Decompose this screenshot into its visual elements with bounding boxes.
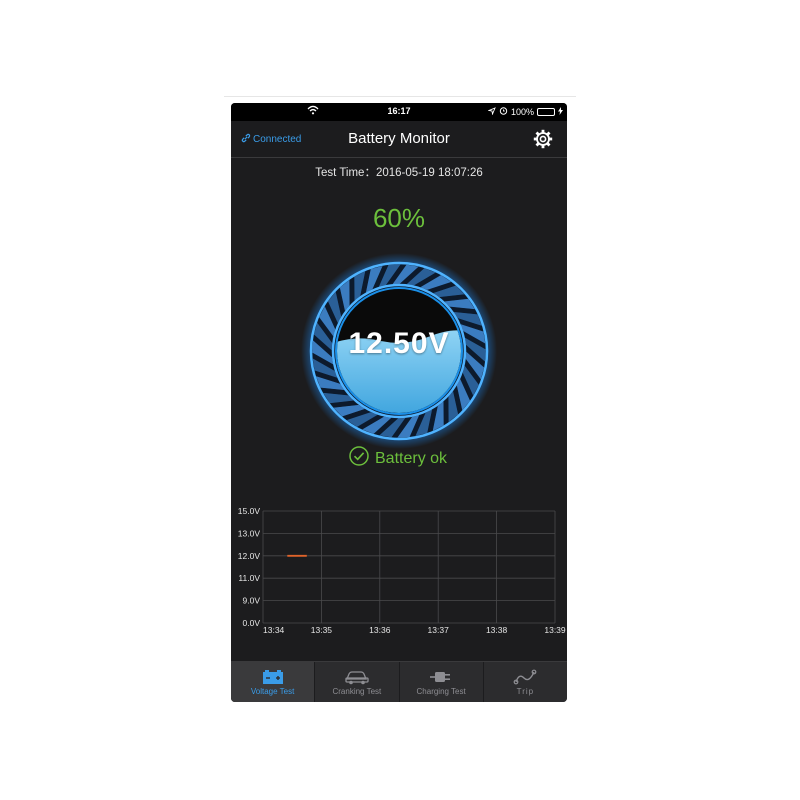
x-tick-label: 13:35	[311, 625, 333, 635]
x-tick-label: 13:36	[369, 625, 391, 635]
gear-icon	[533, 129, 553, 149]
car-icon	[345, 671, 369, 685]
battery-percent: 100%	[510, 106, 534, 117]
x-tick-label: 13:38	[486, 625, 508, 635]
tab-label: Charging Test	[416, 687, 466, 696]
y-tick-label: 11.0V	[238, 573, 260, 583]
chart-grid	[262, 510, 556, 624]
charging-bolt-icon	[558, 106, 563, 117]
y-tick-label: 9.0V	[243, 596, 261, 606]
charge-percent: 60%	[372, 203, 426, 233]
tab-charging-test[interactable]: Charging Test	[400, 662, 484, 702]
x-tick-label: 13:34	[263, 625, 285, 635]
battery-icon	[262, 670, 283, 684]
y-tick-label: 12.0V	[238, 551, 261, 561]
top-divider	[224, 96, 576, 97]
status-battery-icon	[537, 107, 555, 116]
tab-bar: Voltage Test Cranking Test Charging Test	[231, 661, 567, 702]
location-icon	[487, 106, 496, 117]
battery-status: Battery ok	[349, 446, 447, 471]
tab-label: Cranking Test	[332, 687, 382, 696]
check-circle-icon	[349, 446, 369, 471]
navigation-bar: Connected Battery Monitor	[231, 121, 567, 158]
tab-trip[interactable]: Trip	[484, 662, 567, 702]
alarm-icon	[499, 106, 508, 117]
x-tick-label: 13:39	[544, 625, 566, 635]
settings-button[interactable]	[533, 129, 553, 149]
test-time: Test Time：2016-05-19 18:07:26	[315, 167, 483, 179]
y-tick-label: 0.0V	[243, 618, 261, 628]
status-bar: 16:17 100%	[231, 103, 567, 121]
tab-label: Trip	[516, 687, 535, 696]
battery-status-label: Battery ok	[375, 449, 448, 467]
app-screen: 16:17 100% Connected Battery Monitor Tes…	[231, 103, 567, 702]
y-tick-label: 15.0V	[238, 506, 261, 516]
plug-icon	[430, 672, 451, 682]
tab-label: Voltage Test	[250, 687, 295, 696]
route-icon	[513, 669, 537, 685]
voltage-reading: 12.50V	[348, 327, 450, 360]
y-tick-label: 13.0V	[238, 528, 261, 538]
tab-voltage-test[interactable]: Voltage Test	[231, 662, 316, 702]
x-tick-label: 13:37	[428, 625, 450, 635]
voltage-chart: 0.0V 9.0V 11.0V 12.0V 13.0V 15.0V 13:34 13:35 13…	[238, 506, 566, 635]
status-right: 100%	[487, 106, 563, 117]
page-title: Battery Monitor	[348, 130, 450, 147]
tab-cranking-test[interactable]: Cranking Test	[315, 662, 400, 702]
